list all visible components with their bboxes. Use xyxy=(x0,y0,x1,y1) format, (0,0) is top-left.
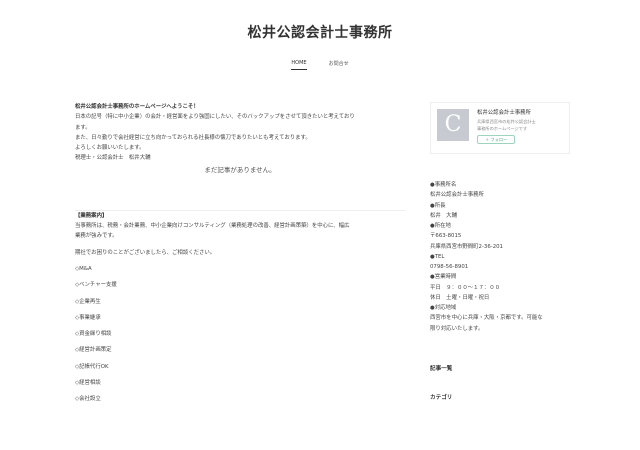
service-item: ◇M&A xyxy=(75,266,92,272)
info-value: 限り対応いたします。 xyxy=(430,325,484,332)
site-title[interactable]: 松井公認会計士事務所 xyxy=(0,22,640,42)
profile-name[interactable]: 松井公認会計士事務所 xyxy=(477,109,536,118)
follow-button[interactable]: ＋ フォロー xyxy=(477,135,516,145)
info-label: ●TEL xyxy=(430,253,445,260)
service-line: 期社でお困りのことがございましたら、ご相談ください。 xyxy=(75,249,216,256)
office-info: ●事務所名 松井公認会計士事務所 ●所長 松井 大輔 ●所在地 〒663-801… xyxy=(430,180,570,334)
info-value: 平日 ９：００～１７：００ xyxy=(430,284,501,291)
info-value: 休日 土曜・日曜・祝日 xyxy=(430,294,490,301)
service-item: ◇資金繰り相談 xyxy=(75,331,112,338)
service-line: 当事務所は、税務・会計業務、中小企業向けコンサルティング（業務処理の改善、経営計… xyxy=(75,223,350,230)
service-item: ◇記帳代行OK xyxy=(75,363,109,370)
nav-contact[interactable]: お問合せ xyxy=(329,60,349,70)
intro-signature: 税理士・公認会計士 松井大輔 xyxy=(75,155,151,162)
profile-description: 事務所のホームページです xyxy=(477,125,528,131)
info-value: 兵庫県西宮市野間町2-36-201 xyxy=(430,243,503,250)
profile-description: 兵庫県西宮市の松井公認会計士 xyxy=(477,118,536,124)
service-list: ◇M&A ◇ベンチャー支援 ◇企業再生 ◇事業継承 ◇資金繰り相談 ◇経営計画策… xyxy=(75,264,405,404)
profile-card: C 松井公認会計士事務所 兵庫県西宮市の松井公認会計士 事務所のホームページです… xyxy=(430,102,570,154)
info-value: 松井公認会計士事務所 xyxy=(430,192,484,199)
info-label: ●営業時間 xyxy=(430,274,457,281)
global-nav: HOME お問合せ xyxy=(0,60,640,70)
profile-body: 松井公認会計士事務所 兵庫県西宮市の松井公認会計士 事務所のホームページです ＋… xyxy=(477,109,536,147)
service-item: ◇会社設立 xyxy=(75,396,101,403)
info-label: ●対応地域 xyxy=(430,305,457,312)
intro-line: よろしくお願いいたします。 xyxy=(75,145,145,152)
service-item: ◇事業継承 xyxy=(75,314,101,321)
info-label: ●事務所名 xyxy=(430,182,457,188)
info-label: ●所長 xyxy=(430,202,446,209)
intro-line: また、日々勤りで会社経営に立ち向かっておられる社長様の懐刀でありたいとも考えてお… xyxy=(75,134,311,141)
intro-line: 日本の記号（特に中小企業）の会計・経営面をより強固にしたい、そのバックアップをさ… xyxy=(75,114,355,121)
info-value: 西宮市を中心に兵庫・大阪・京都です。可能な xyxy=(430,315,543,322)
service-line: 業務が強みです。 xyxy=(75,233,118,240)
service-item: ◇ベンチャー支援 xyxy=(75,282,117,289)
no-posts-message: まだ記事がありません。 xyxy=(204,165,276,174)
nav-home[interactable]: HOME xyxy=(291,60,307,70)
service-item: ◇経営相談 xyxy=(75,379,101,386)
service-item: ◇経営計画策定 xyxy=(75,347,112,354)
info-value: 松井 大輔 xyxy=(430,212,457,219)
avatar[interactable]: C xyxy=(437,109,469,141)
intro-line: ます。 xyxy=(75,124,91,131)
info-label: ●所在地 xyxy=(430,223,451,230)
sidebar: C 松井公認会計士事務所 兵庫県西宮市の松井公認会計士 事務所のホームページです… xyxy=(430,102,570,403)
service-title: 【業務案内】 xyxy=(75,212,108,219)
info-value: 0798-56-8901 xyxy=(430,264,469,271)
main-content: 松井公認会計士事務所のホームページへようこそ！ 日本の記号（特に中小企業）の会計… xyxy=(75,102,405,404)
intro-title: 松井公認会計士事務所のホームページへようこそ！ xyxy=(75,104,199,110)
widget-title-posts: 記事一覧 xyxy=(430,365,453,372)
service-item: ◇企業再生 xyxy=(75,298,101,305)
widget-title-categories: カテゴリ xyxy=(430,394,453,401)
info-value: 〒663-8015 xyxy=(430,233,462,240)
